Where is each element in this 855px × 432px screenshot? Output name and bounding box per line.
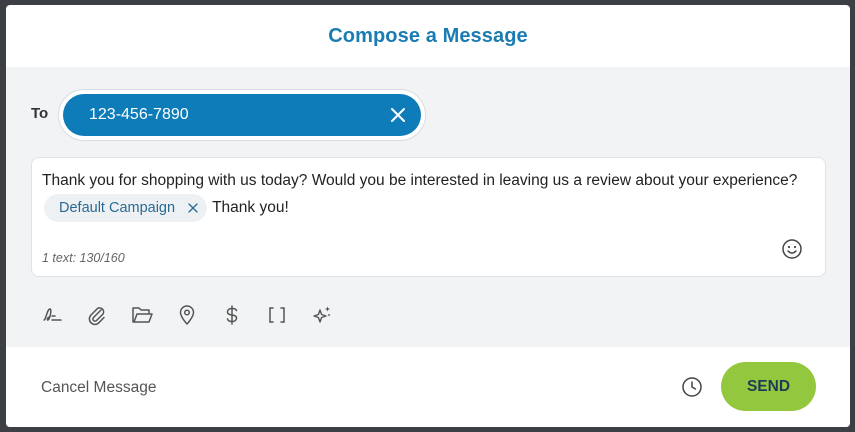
recipient-chip[interactable]: 123-456-7890 (63, 94, 421, 136)
character-counter: 1 text: 130/160 (42, 251, 125, 265)
signature-icon (43, 308, 62, 321)
message-toolbar (39, 302, 354, 328)
compose-body: To 123-456-7890 Thank you for shopping w… (6, 67, 850, 347)
folder-icon (132, 307, 153, 323)
message-line-2: Default Campaign Thank you! (44, 194, 289, 222)
ai-assist-button[interactable] (309, 302, 335, 328)
signature-button[interactable] (39, 302, 65, 328)
cancel-message-button[interactable]: Cancel Message (41, 379, 156, 397)
send-button[interactable]: SEND (721, 362, 816, 411)
dialog-title: Compose a Message (328, 24, 528, 47)
campaign-chip[interactable]: Default Campaign (44, 194, 208, 222)
dialog-footer: Cancel Message SEND (6, 347, 850, 427)
schedule-clock-icon[interactable] (681, 376, 703, 398)
insert-field-button[interactable] (264, 302, 290, 328)
remove-recipient-icon[interactable] (389, 106, 407, 124)
remove-campaign-icon[interactable] (187, 202, 199, 214)
message-closing: Thank you! (212, 199, 289, 216)
message-textarea[interactable]: Thank you for shopping with us today? Wo… (31, 157, 826, 277)
campaign-chip-label: Default Campaign (59, 200, 176, 216)
dollar-icon (226, 305, 238, 325)
location-icon (179, 305, 195, 325)
open-folder-button[interactable] (129, 302, 155, 328)
attach-file-button[interactable] (84, 302, 110, 328)
brackets-icon (269, 307, 285, 323)
ai-sparkle-icon (313, 306, 331, 323)
insert-location-button[interactable] (174, 302, 200, 328)
recipient-field[interactable]: 123-456-7890 (58, 89, 426, 141)
emoji-icon[interactable] (781, 238, 803, 260)
message-text: Thank you for shopping with us today? Wo… (42, 172, 798, 189)
to-label: To (31, 105, 49, 122)
attachment-icon (88, 307, 105, 326)
payment-request-button[interactable] (219, 302, 245, 328)
compose-dialog: Compose a Message To 123-456-7890 Thank … (6, 5, 850, 427)
recipient-phone: 123-456-7890 (89, 106, 189, 123)
dialog-header: Compose a Message (6, 5, 850, 67)
